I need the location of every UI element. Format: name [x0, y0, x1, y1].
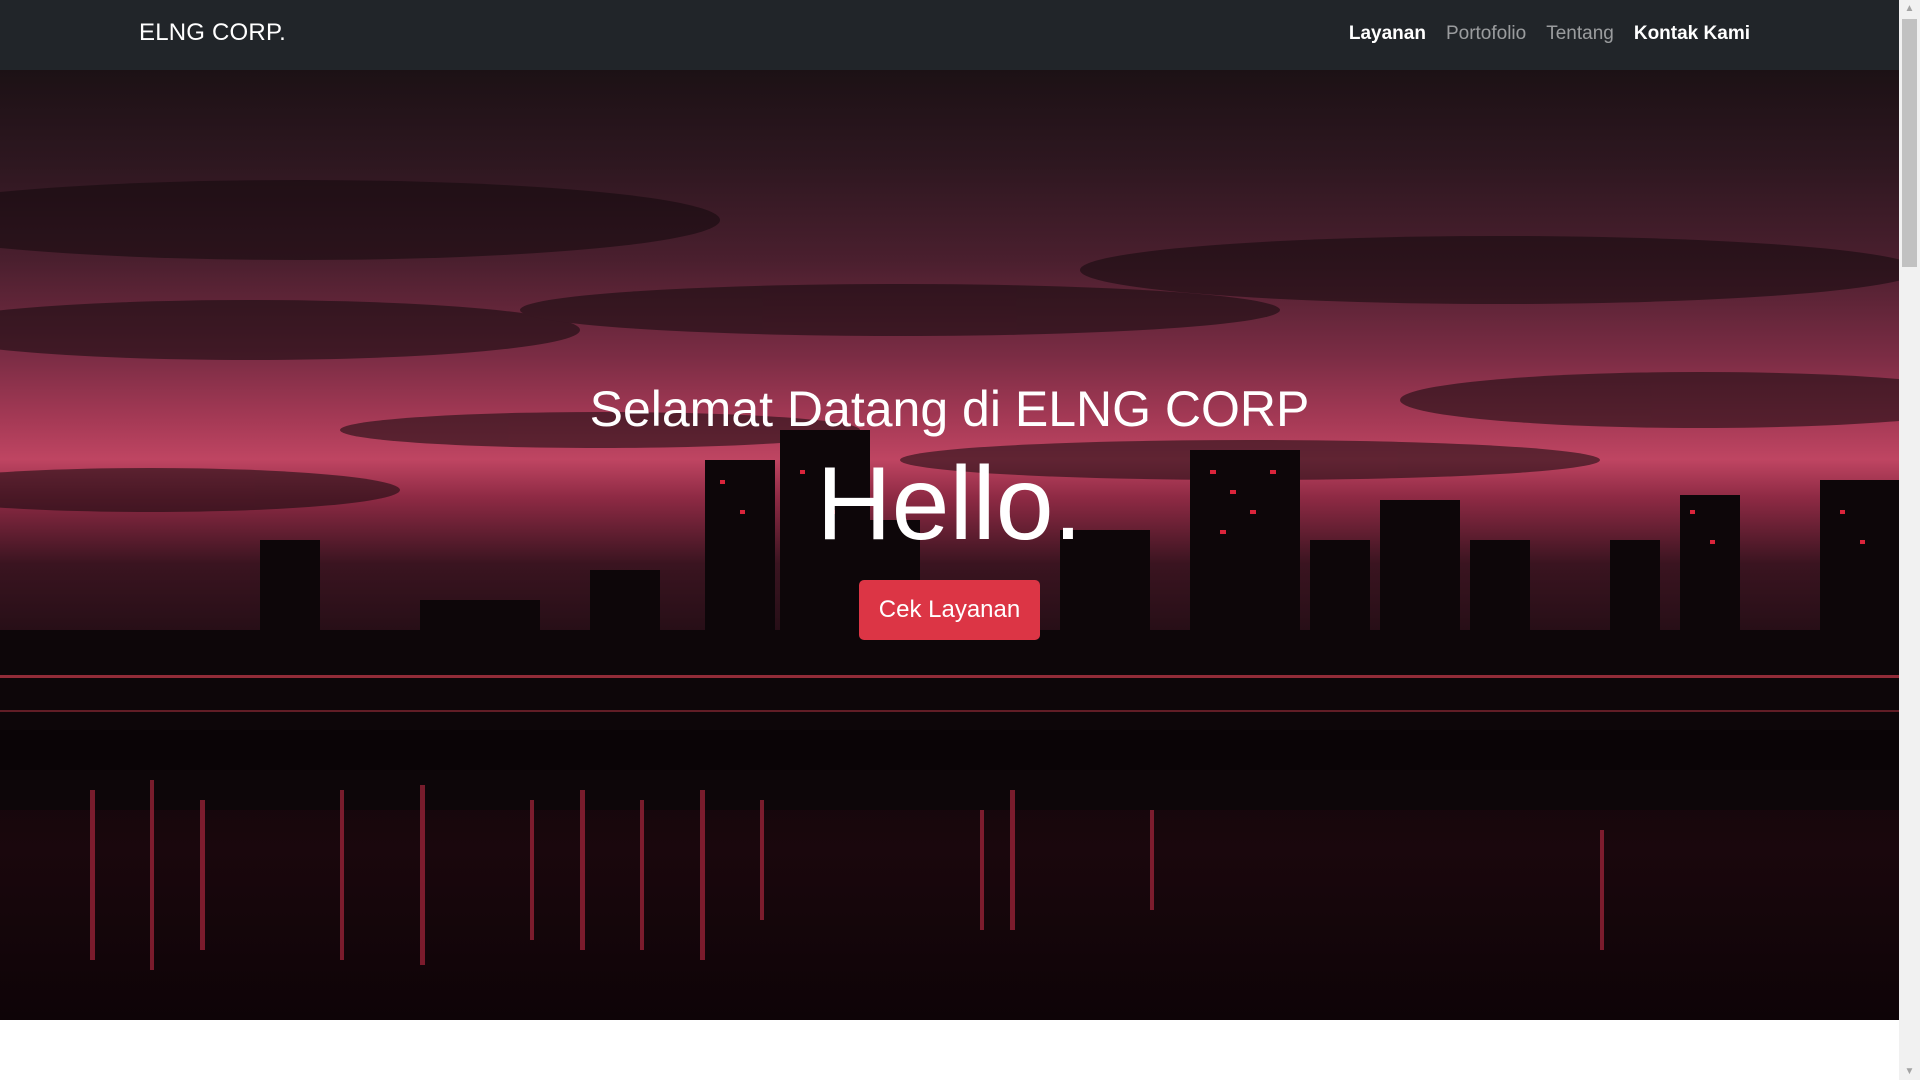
navbar: ELNG CORP. Layanan Portofolio Tentang Ko… — [0, 0, 1899, 70]
hero-headline: Hello. — [816, 446, 1083, 562]
scroll-up-arrow-icon[interactable]: ▲ — [1899, 0, 1920, 17]
scroll-down-arrow-icon[interactable]: ▼ — [1899, 1063, 1920, 1080]
nav-link-portofolio[interactable]: Portofolio — [1446, 23, 1526, 45]
nav-link-layanan[interactable]: Layanan — [1349, 23, 1426, 45]
nav-links: Layanan Portofolio Tentang Kontak Kami — [1349, 23, 1750, 45]
vertical-scrollbar[interactable]: ▲ ▼ — [1899, 0, 1920, 1080]
hero-section: Selamat Datang di ELNG CORP Hello. Cek L… — [0, 70, 1899, 1020]
brand-logo-link[interactable]: ELNG CORP. — [139, 19, 286, 47]
cek-layanan-button[interactable]: Cek Layanan — [859, 580, 1040, 640]
nav-link-kontak-kami[interactable]: Kontak Kami — [1634, 23, 1750, 45]
nav-link-tentang[interactable]: Tentang — [1546, 23, 1614, 45]
hero-subtitle: Selamat Datang di ELNG CORP — [589, 381, 1310, 437]
scrollbar-thumb[interactable] — [1902, 19, 1917, 267]
page: ELNG CORP. Layanan Portofolio Tentang Ko… — [0, 0, 1899, 1080]
